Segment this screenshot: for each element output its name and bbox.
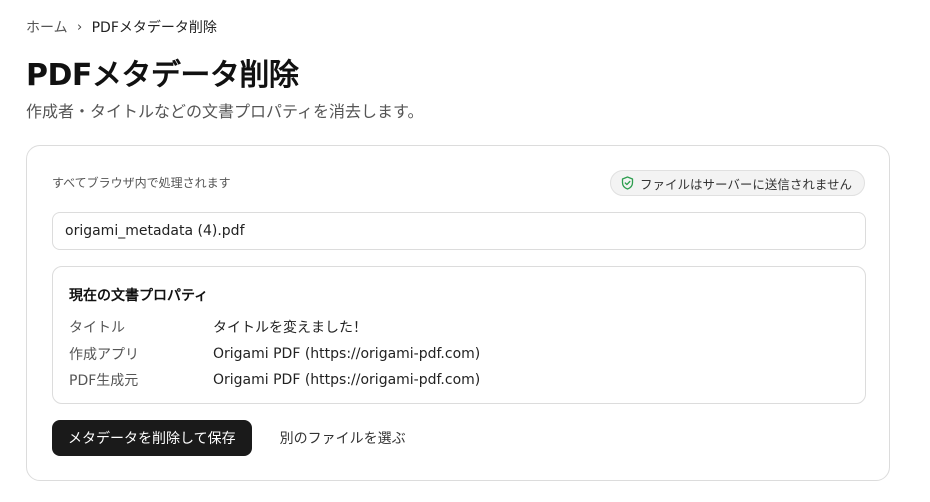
breadcrumb: ホーム › PDFメタデータ削除 bbox=[26, 17, 217, 37]
chevron-right-icon: › bbox=[76, 19, 83, 35]
property-row-title: タイトル タイトルを変えました！ bbox=[69, 314, 849, 341]
shield-check-icon bbox=[621, 176, 634, 190]
privacy-badge: ファイルはサーバーに送信されません bbox=[609, 170, 865, 196]
selected-file-field[interactable]: origami_metadata (4).pdf bbox=[52, 212, 866, 250]
processing-note: すべてブラウザ内で処理されます bbox=[52, 176, 231, 190]
property-value: Origami PDF (https://origami-pdf.com) bbox=[213, 345, 481, 362]
properties-title: 現在の文書プロパティ bbox=[69, 288, 209, 304]
metadata-card: すべてブラウザ内で処理されます ファイルはサーバーに送信されません origam… bbox=[26, 145, 890, 481]
breadcrumb-home-link[interactable]: ホーム bbox=[26, 17, 68, 37]
property-value: タイトルを変えました！ bbox=[213, 320, 367, 337]
property-key: 作成アプリ bbox=[69, 346, 139, 363]
property-row-producer: PDF生成元 Origami PDF (https://origami-pdf.… bbox=[69, 367, 849, 394]
remove-metadata-save-button[interactable]: メタデータを削除して保存 bbox=[52, 420, 252, 456]
page-subtitle: 作成者・タイトルなどの文書プロパティを消去します。 bbox=[26, 102, 424, 121]
selected-file-name: origami_metadata (4).pdf bbox=[65, 223, 245, 239]
property-key: PDF生成元 bbox=[69, 373, 139, 390]
breadcrumb-current: PDFメタデータ削除 bbox=[91, 20, 217, 36]
action-bar: メタデータを削除して保存 別のファイルを選ぶ bbox=[52, 420, 406, 456]
property-key: タイトル bbox=[69, 320, 125, 337]
property-row-creator: 作成アプリ Origami PDF (https://origami-pdf.c… bbox=[69, 341, 849, 368]
document-properties-panel: 現在の文書プロパティ タイトル タイトルを変えました！ 作成アプリ Origam… bbox=[52, 266, 866, 404]
choose-another-file-button[interactable]: 別のファイルを選ぶ bbox=[280, 428, 406, 448]
privacy-badge-text: ファイルはサーバーに送信されません bbox=[639, 176, 852, 192]
page-title: PDFメタデータ削除 bbox=[26, 58, 299, 93]
property-value: Origami PDF (https://origami-pdf.com) bbox=[213, 372, 481, 389]
